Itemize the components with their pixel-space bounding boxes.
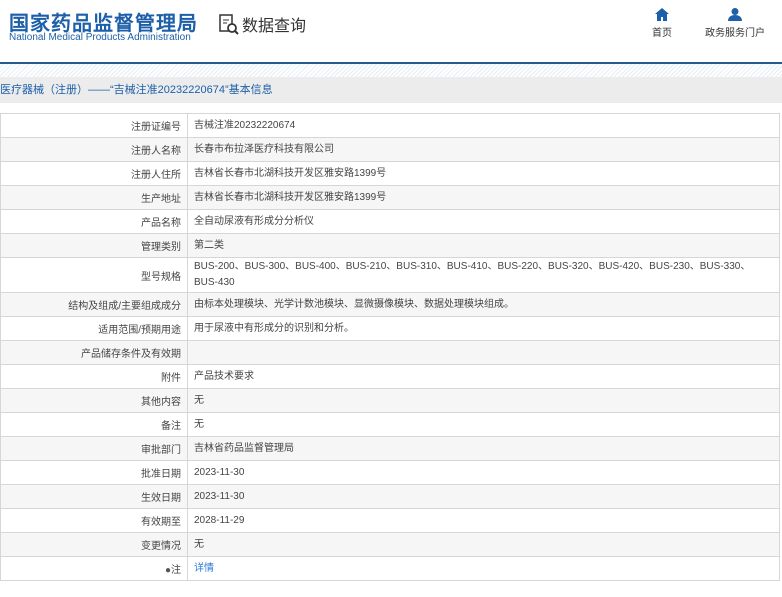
- note-label-cell: ●注: [0, 556, 188, 581]
- table-row: 生效日期 2023-11-30: [0, 484, 780, 509]
- field-value: [187, 340, 780, 365]
- table-row: 产品储存条件及有效期: [0, 340, 780, 365]
- table-row: 批准日期 2023-11-30: [0, 460, 780, 485]
- field-label: 生效日期: [0, 484, 188, 509]
- table-row: 有效期至 2028-11-29: [0, 508, 780, 533]
- field-value: 吉林省长春市北湖科技开发区雅安路1399号: [187, 185, 780, 210]
- header-divider: [0, 64, 782, 77]
- table-row: 管理类别 第二类: [0, 233, 780, 258]
- user-icon: [728, 8, 742, 21]
- nav-portal[interactable]: 政务服务门户: [705, 8, 765, 39]
- note-value: 详情: [187, 556, 780, 581]
- site-header: 国家药品监督管理局 National Medical Products Admi…: [0, 0, 782, 64]
- field-label: 其他内容: [0, 388, 188, 413]
- table-row: 备注无: [0, 412, 780, 437]
- table-row: 适用范围/预期用途 用于尿液中有形成分的识别和分析。: [0, 316, 780, 341]
- field-value: 2028-11-29: [187, 508, 780, 533]
- field-label: 批准日期: [0, 460, 188, 485]
- field-value: 无: [187, 532, 780, 557]
- data-query-label: 数据查询: [242, 18, 307, 35]
- field-value: 无: [187, 388, 780, 413]
- table-row: 审批部门 吉林省药品监督管理局: [0, 436, 780, 461]
- field-label: 产品储存条件及有效期: [0, 340, 188, 365]
- field-label: 注册证编号: [0, 113, 188, 138]
- field-value: 产品技术要求: [187, 364, 780, 389]
- field-label: 注册人名称: [0, 137, 188, 162]
- table-row: 生产地址 吉林省长春市北湖科技开发区雅安路1399号: [0, 185, 780, 210]
- table-row: 注册人名称 长春市布拉泽医疗科技有限公司: [0, 137, 780, 162]
- field-label: 审批部门: [0, 436, 188, 461]
- logo-subtitle: National Medical Products Administration: [9, 32, 191, 43]
- table-row: 变更情况无: [0, 532, 780, 557]
- table-row-note: ●注 详情: [0, 556, 780, 581]
- field-label: 有效期至: [0, 508, 188, 533]
- table-row: 注册人住所 吉林省长春市北湖科技开发区雅安路1399号: [0, 161, 780, 186]
- field-label: 注册人住所: [0, 161, 188, 186]
- field-value: 用于尿液中有形成分的识别和分析。: [187, 316, 780, 341]
- details-link[interactable]: 详情: [194, 563, 214, 574]
- field-value: 2023-11-30: [187, 460, 780, 485]
- detail-table: 注册证编号 吉械注准20232220674 注册人名称 长春市布拉泽医疗科技有限公司注…: [0, 113, 780, 581]
- data-query-title: 数据查询: [218, 12, 306, 36]
- field-label: 产品名称: [0, 209, 188, 234]
- field-label: 适用范围/预期用途: [0, 316, 188, 341]
- field-value: 由标本处理模块、光学计数池模块、显微摄像模块、数据处理模块组成。: [187, 292, 780, 317]
- table-row: 产品名称 全自动尿液有形成分分析仪: [0, 209, 780, 234]
- table-row: 注册证编号 吉械注准20232220674: [0, 113, 780, 138]
- field-value: BUS-200、BUS-300、BUS-400、BUS-210、BUS-310、…: [187, 257, 780, 293]
- field-label: 生产地址: [0, 185, 188, 210]
- table-row: 型号规格 BUS-200、BUS-300、BUS-400、BUS-210、BUS-…: [0, 257, 780, 293]
- field-value: 2023-11-30: [187, 484, 780, 509]
- field-label: 备注: [0, 412, 188, 437]
- field-label: 附件: [0, 364, 188, 389]
- field-value: 吉林省药品监督管理局: [187, 436, 780, 461]
- table-row: 结构及组成/主要组成成分 由标本处理模块、光学计数池模块、显微摄像模块、数据处理模…: [0, 292, 780, 317]
- document-search-icon: [219, 14, 239, 35]
- field-label: 变更情况: [0, 532, 188, 557]
- field-value: 无: [187, 412, 780, 437]
- field-label: 管理类别: [0, 233, 188, 258]
- field-value: 吉林省长春市北湖科技开发区雅安路1399号: [187, 161, 780, 186]
- field-value: 第二类: [187, 233, 780, 258]
- nav-home-label: 首页: [652, 28, 672, 39]
- note-label: 注: [171, 565, 181, 576]
- table-row: 其他内容无: [0, 388, 780, 413]
- field-value: 吉械注准20232220674: [187, 113, 780, 138]
- field-value: 长春市布拉泽医疗科技有限公司: [187, 137, 780, 162]
- breadcrumb: 医疗器械（注册）——“吉械注准20232220674”基本信息: [0, 77, 782, 103]
- field-label: 结构及组成/主要组成成分: [0, 292, 188, 317]
- table-row: 附件 产品技术要求: [0, 364, 780, 389]
- nav-home[interactable]: 首页: [652, 8, 672, 39]
- home-icon: [655, 8, 669, 21]
- field-value: 全自动尿液有形成分分析仪: [187, 209, 780, 234]
- nav-portal-label: 政务服务门户: [705, 28, 765, 39]
- field-label: 型号规格: [0, 257, 188, 293]
